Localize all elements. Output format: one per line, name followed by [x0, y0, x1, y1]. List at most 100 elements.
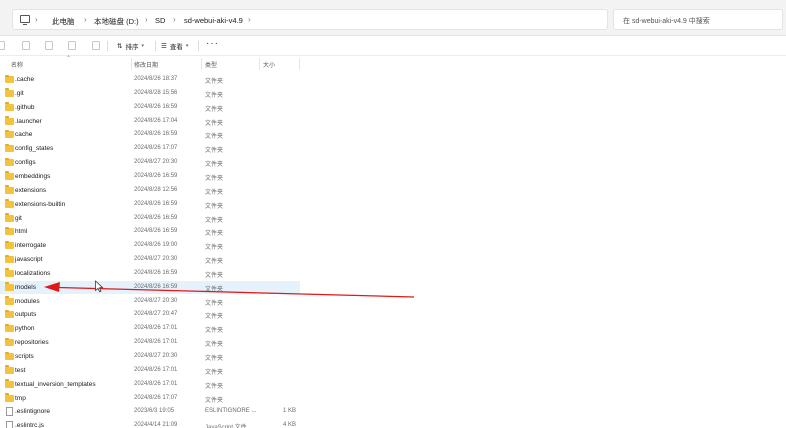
folder-row[interactable]: configs 2024/8/27 20:30 文件夹	[0, 156, 300, 169]
chevron-right-icon[interactable]: ›	[248, 15, 251, 24]
breadcrumb-this-pc[interactable]: 此电脑	[52, 16, 75, 27]
folder-row[interactable]: outputs 2024/8/27 20:47 文件夹	[0, 308, 300, 321]
file-row[interactable]: .eslintignore 2023/6/3 19:05 ESLINTIGNORE …	[0, 405, 300, 418]
file-type: 文件夹	[205, 175, 224, 182]
more-options-button[interactable]: ···	[206, 38, 219, 49]
sort-button[interactable]: ⇅ 排序 ▾	[117, 40, 144, 52]
chevron-right-icon[interactable]: ›	[35, 15, 38, 24]
folder-row[interactable]: .launcher 2024/8/26 17:04 文件夹	[0, 115, 300, 128]
file-modified-date: 2024/8/28 15:56	[134, 89, 178, 96]
chevron-right-icon[interactable]: ›	[84, 15, 87, 24]
file-name: git	[15, 214, 22, 222]
file-row[interactable]: .eslintrc.js 2024/4/14 21:09 JavaScript 文件…	[0, 419, 300, 428]
folder-row[interactable]: localizations 2024/8/26 16:59 文件夹	[0, 267, 300, 280]
file-modified-date: 2024/8/26 16:59	[134, 214, 178, 221]
file-modified-date: 2024/8/26 17:01	[134, 366, 178, 373]
file-type: 文件夹	[205, 217, 224, 224]
folder-row[interactable]: config_states 2024/8/26 17:07 文件夹	[0, 142, 300, 155]
folder-icon	[5, 102, 14, 111]
chevron-right-icon[interactable]: ›	[173, 15, 176, 24]
column-header-name[interactable]: 名称	[11, 60, 23, 69]
file-name: embeddings	[15, 172, 51, 180]
folder-row[interactable]: python 2024/8/26 17:01 文件夹	[0, 322, 300, 335]
folder-icon	[5, 185, 14, 194]
column-divider[interactable]	[201, 58, 202, 70]
file-modified-date: 2024/8/26 16:59	[134, 200, 178, 207]
column-header-date[interactable]: 修改日期	[134, 60, 158, 69]
folder-row[interactable]: extensions 2024/8/28 12:56 文件夹	[0, 184, 300, 197]
folder-row[interactable]: tmp 2024/8/26 17:07 文件夹	[0, 392, 300, 405]
file-type: 文件夹	[205, 342, 224, 349]
file-type: 文件夹	[205, 314, 224, 321]
column-divider[interactable]	[259, 58, 260, 70]
folder-row[interactable]: .github 2024/8/26 16:59 文件夹	[0, 101, 300, 114]
chevron-right-icon[interactable]: ›	[145, 15, 148, 24]
file-modified-date: 2024/8/26 17:01	[134, 325, 178, 332]
cut-icon[interactable]	[0, 41, 5, 50]
folder-row[interactable]: textual_inversion_templates 2024/8/26 17:…	[0, 378, 300, 391]
file-name: outputs	[15, 311, 37, 319]
file-type: 文件夹	[205, 286, 224, 293]
search-input[interactable]: 在 sd-webui-aki-v4.9 中搜索	[613, 9, 783, 30]
file-name: interrogate	[15, 242, 47, 250]
paste-icon[interactable]	[45, 41, 53, 50]
file-modified-date: 2024/8/26 18:37	[134, 76, 178, 82]
folder-row[interactable]: .cache 2024/8/26 18:37 文件夹	[0, 73, 300, 86]
file-modified-date: 2024/8/26 16:59	[134, 228, 178, 235]
folder-row[interactable]: git 2024/8/26 16:59 文件夹	[0, 212, 300, 225]
folder-row[interactable]: modules 2024/8/27 20:30 文件夹	[0, 295, 300, 308]
rename-icon[interactable]	[68, 41, 76, 50]
folder-row[interactable]: scripts 2024/8/27 20:30 文件夹	[0, 350, 300, 363]
folder-row[interactable]: javascript 2024/8/27 20:30 文件夹	[0, 253, 300, 266]
file-modified-date: 2024/8/26 17:07	[134, 145, 178, 152]
file-type: 文件夹	[205, 189, 224, 196]
breadcrumb[interactable]: › 此电脑 › 本地磁盘 (D:) › SD › sd-webui-aki-v4…	[12, 9, 608, 30]
folder-row[interactable]: html 2024/8/26 16:59 文件夹	[0, 225, 300, 238]
folder-icon	[5, 88, 14, 97]
folder-row[interactable]: repositories 2024/8/26 17:01 文件夹	[0, 336, 300, 349]
folder-row[interactable]: models 2024/8/26 16:59 文件夹	[0, 280, 300, 294]
breadcrumb-sd[interactable]: SD	[155, 16, 165, 25]
file-type: 文件夹	[205, 92, 224, 99]
file-name: .git	[15, 89, 24, 97]
breadcrumb-drive-d[interactable]: 本地磁盘 (D:)	[94, 16, 139, 27]
sort-icon: ⇅	[117, 43, 123, 50]
folder-row[interactable]: interrogate 2024/8/26 19:00 文件夹	[0, 239, 300, 252]
column-headers: ⌃ 名称 修改日期 类型 大小	[0, 56, 786, 71]
address-bar: › 此电脑 › 本地磁盘 (D:) › SD › sd-webui-aki-v4…	[0, 0, 786, 36]
file-type: 文件夹	[205, 328, 224, 335]
view-button[interactable]: ☰ 查看 ▾	[161, 40, 188, 52]
folder-icon	[5, 323, 14, 333]
folder-icon	[5, 309, 14, 319]
copy-icon[interactable]	[22, 41, 30, 50]
folder-row[interactable]: embeddings 2024/8/26 16:59 文件夹	[0, 170, 300, 183]
file-name: extensions	[15, 186, 47, 194]
column-divider[interactable]	[299, 58, 300, 70]
column-header-size[interactable]: 大小	[263, 60, 275, 69]
file-type: 文件夹	[205, 231, 224, 238]
file-modified-date: 2024/8/27 20:30	[134, 159, 178, 166]
file-modified-date: 2024/8/26 16:59	[134, 103, 178, 110]
chevron-down-icon: ▾	[185, 43, 189, 49]
folder-icon	[5, 199, 14, 208]
folder-icon	[5, 157, 14, 167]
file-modified-date: 2024/8/26 16:59	[134, 283, 178, 290]
folder-row[interactable]: cache 2024/8/26 16:59 文件夹	[0, 128, 300, 141]
delete-icon[interactable]	[92, 41, 100, 50]
this-pc-icon[interactable]	[20, 15, 30, 26]
file-modified-date: 2024/8/26 17:01	[134, 339, 178, 346]
folder-icon	[5, 213, 14, 222]
file-type: 文件夹	[205, 397, 224, 404]
file-name: configs	[15, 159, 36, 167]
column-divider[interactable]	[131, 58, 132, 70]
breadcrumb-current-folder[interactable]: sd-webui-aki-v4.9	[184, 16, 243, 25]
folder-row[interactable]: extensions-builtin 2024/8/26 16:59 文件夹	[0, 198, 300, 211]
command-bar: ⇅ 排序 ▾ ☰ 查看 ▾ ···	[0, 36, 786, 56]
view-icon: ☰	[161, 43, 167, 50]
column-header-type[interactable]: 类型	[205, 60, 217, 69]
file-name: .launcher	[15, 117, 42, 125]
folder-row[interactable]: .git 2024/8/28 15:56 文件夹	[0, 87, 300, 100]
folder-row[interactable]: test 2024/8/26 17:01 文件夹	[0, 364, 300, 377]
file-name: html	[15, 228, 28, 236]
folder-icon	[5, 296, 14, 305]
